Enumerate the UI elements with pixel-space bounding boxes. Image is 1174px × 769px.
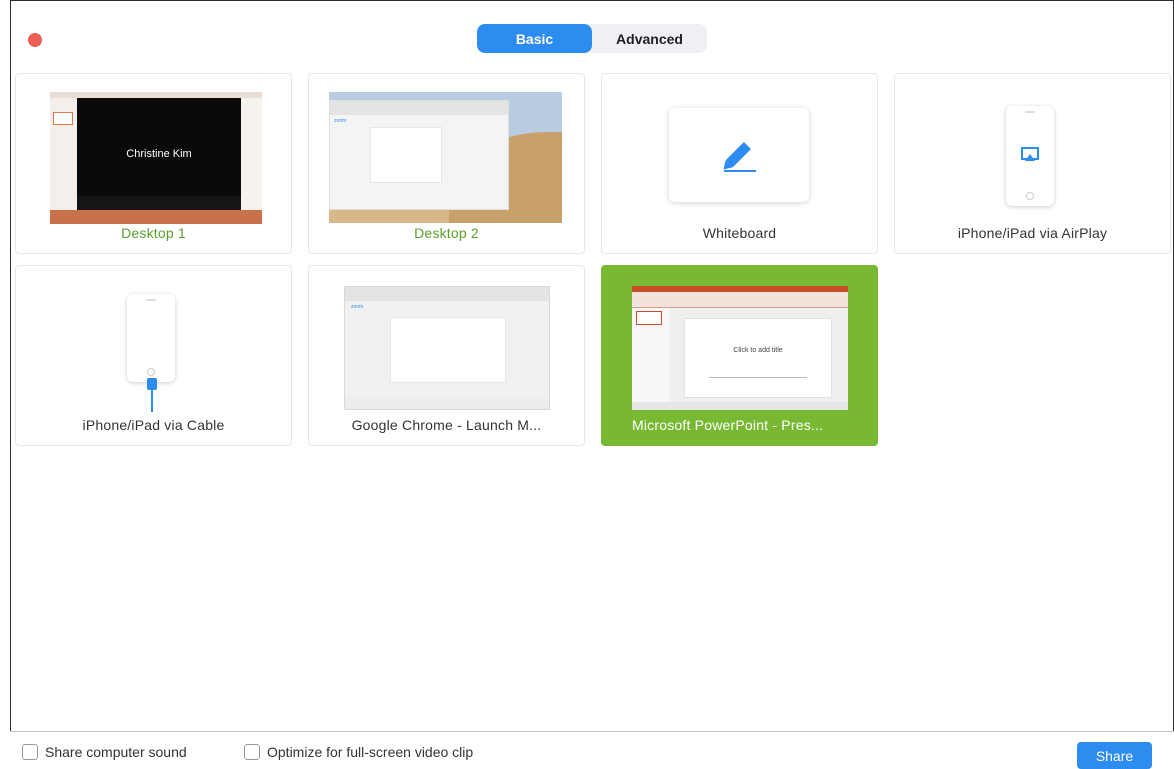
- share-mode-tabs: Basic Advanced: [477, 24, 707, 53]
- source-label: iPhone/iPad via Cable: [82, 417, 225, 433]
- source-iphone-airplay[interactable]: iPhone/iPad via AirPlay: [894, 73, 1171, 254]
- share-button[interactable]: Share: [1077, 742, 1152, 769]
- share-screen-window: Basic Advanced Christine Kim Desktop 1 z…: [10, 0, 1174, 769]
- source-desktop-1[interactable]: Christine Kim Desktop 1: [15, 73, 292, 254]
- source-iphone-cable[interactable]: iPhone/iPad via Cable: [15, 265, 292, 446]
- checkbox-label: Share computer sound: [45, 744, 187, 760]
- thumbnail-participant-name: Christine Kim: [126, 148, 192, 160]
- powerpoint-thumbnail: Click to add title: [632, 286, 848, 410]
- cable-icon: [147, 378, 157, 412]
- airplay-icon: [1021, 147, 1039, 161]
- phone-thumbnail: [127, 294, 175, 382]
- source-google-chrome[interactable]: zoom Google Chrome - Launch M...: [308, 265, 585, 446]
- source-label: iPhone/iPad via AirPlay: [957, 225, 1108, 241]
- source-label: Desktop 2: [414, 225, 479, 241]
- source-whiteboard[interactable]: Whiteboard: [601, 73, 878, 254]
- share-footer: Share computer sound Optimize for full-s…: [10, 731, 1174, 769]
- desktop-2-thumbnail: zoom: [329, 92, 562, 223]
- checkbox-box[interactable]: [244, 744, 260, 760]
- tab-basic[interactable]: Basic: [477, 24, 592, 53]
- source-label: Microsoft PowerPoint - Pres...: [632, 417, 824, 433]
- share-computer-sound-checkbox[interactable]: Share computer sound: [22, 744, 187, 760]
- optimize-video-checkbox[interactable]: Optimize for full-screen video clip: [244, 744, 473, 760]
- chrome-thumbnail: zoom: [344, 286, 550, 410]
- phone-thumbnail: [1006, 106, 1054, 206]
- whiteboard-thumbnail: [669, 108, 809, 202]
- pen-icon: [723, 142, 756, 172]
- source-label: Google Chrome - Launch M...: [351, 417, 542, 433]
- close-window-button[interactable]: [28, 33, 42, 47]
- source-label: Whiteboard: [702, 225, 777, 241]
- desktop-1-thumbnail: Christine Kim: [50, 92, 262, 224]
- checkbox-box[interactable]: [22, 744, 38, 760]
- source-label: Desktop 1: [121, 225, 186, 241]
- checkbox-label: Optimize for full-screen video clip: [267, 744, 474, 760]
- slide-title-placeholder: Click to add title: [733, 347, 783, 354]
- tab-advanced[interactable]: Advanced: [592, 24, 707, 53]
- source-powerpoint[interactable]: Click to add title Microsoft PowerPoint …: [601, 265, 878, 446]
- source-desktop-2[interactable]: zoom Desktop 2: [308, 73, 585, 254]
